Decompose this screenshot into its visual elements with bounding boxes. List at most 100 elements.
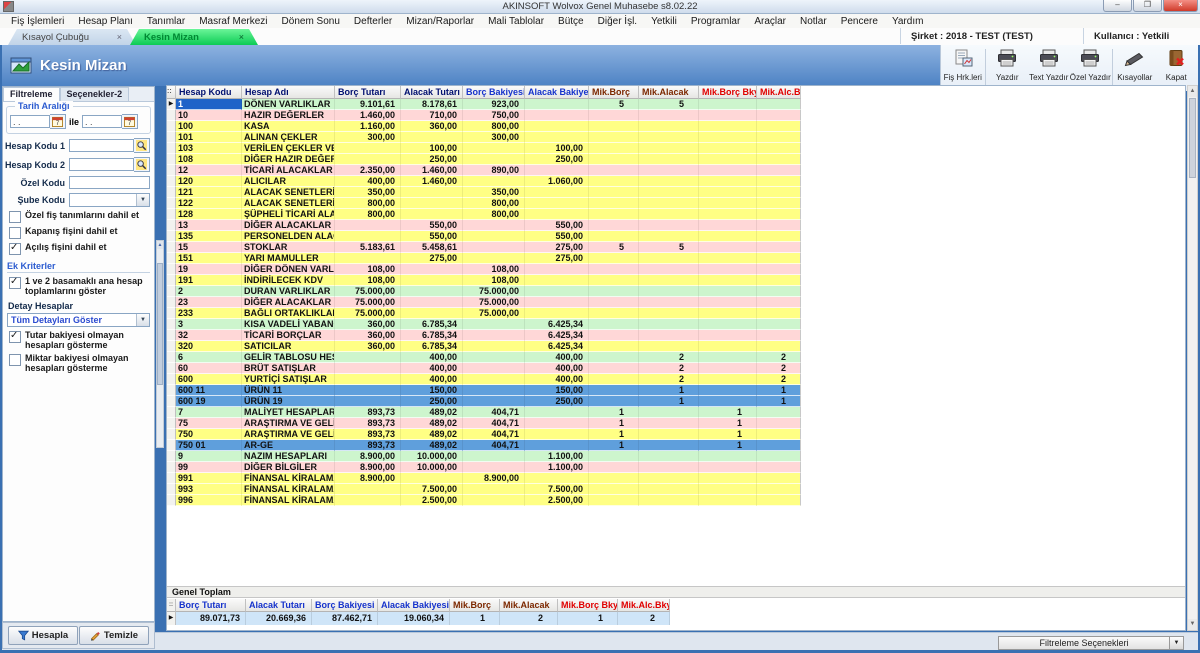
tab-filtreleme[interactable]: Filtreleme (3, 87, 60, 101)
mik-borc-bky[interactable] (699, 143, 757, 154)
mik-borc[interactable]: 5 (589, 99, 639, 110)
include-checkbox-row[interactable]: Kapanış fişini dahil et (9, 226, 152, 239)
totals-column-header-alacak-tutar-[interactable]: Alacak Tutarı (246, 599, 312, 612)
mik-borc-bky[interactable] (699, 374, 757, 385)
account-code[interactable]: 151 (176, 253, 242, 264)
account-name[interactable]: ÜRÜN 11 (242, 385, 335, 396)
mik-borc[interactable] (589, 462, 639, 473)
alacak-tutari[interactable]: 8.178,61 (401, 99, 463, 110)
alacak-bakiyesi[interactable] (525, 275, 589, 286)
mik-borc[interactable] (589, 154, 639, 165)
column-header-mik-bor-[interactable]: Mik.Borç (589, 86, 639, 99)
miktar-bakiyesi-checkbox-row[interactable]: Miktar bakiyesi olmayan hesapları göster… (9, 353, 152, 373)
mik-alc-bky[interactable] (757, 484, 801, 495)
borc-bakiyesi[interactable] (463, 451, 525, 462)
toolbar-button--zel-yazd-r[interactable]: Özel Yazdır (1070, 47, 1112, 89)
mik-alacak[interactable]: 2 (639, 363, 699, 374)
account-name[interactable]: DURAN VARLIKLAR (242, 286, 335, 297)
alacak-tutari[interactable]: 250,00 (401, 396, 463, 407)
mik-alacak[interactable] (639, 484, 699, 495)
hesap-kodu-1-input[interactable] (69, 139, 134, 152)
totals-column-header-mik-alacak[interactable]: Mik.Alacak (500, 599, 558, 612)
alacak-bakiyesi[interactable]: 6.425,34 (525, 341, 589, 352)
calendar-button[interactable]: 7 (50, 114, 66, 129)
account-code[interactable]: 9 (176, 451, 242, 462)
mik-alc-bky[interactable]: 2 (757, 363, 801, 374)
account-code[interactable]: 15 (176, 242, 242, 253)
totals-column-header-alacak-bakiyesi[interactable]: Alacak Bakiyesi (378, 599, 450, 612)
alacak-tutari[interactable]: 7.500,00 (401, 484, 463, 495)
menu-item-yetkili[interactable]: Yetkili (644, 16, 684, 27)
borc-tutari[interactable]: 2.350,00 (335, 165, 401, 176)
mik-alacak[interactable] (639, 154, 699, 165)
mik-alacak[interactable] (639, 418, 699, 429)
alacak-bakiyesi[interactable]: 400,00 (525, 374, 589, 385)
toolbar-button-k-sayollar[interactable]: Kısayollar (1114, 47, 1156, 89)
table-row[interactable]: 996FİNANSAL KİRALAMA ALAC2.500,002.500,0… (167, 495, 801, 506)
borc-tutari[interactable] (335, 396, 401, 407)
borc-bakiyesi[interactable] (463, 143, 525, 154)
borc-bakiyesi[interactable] (463, 352, 525, 363)
mik-alacak[interactable]: 1 (639, 396, 699, 407)
menu-item-defterler[interactable]: Defterler (347, 16, 399, 27)
tab-kisayol-cubugu[interactable]: Kısayol Çubuğu × (8, 29, 136, 45)
mik-borc[interactable] (589, 330, 639, 341)
mik-borc[interactable] (589, 286, 639, 297)
mik-alc-bky[interactable] (757, 462, 801, 473)
alacak-bakiyesi[interactable] (525, 264, 589, 275)
toolbar-button-yazd-r[interactable]: Yazdır (987, 47, 1029, 89)
alacak-tutari[interactable] (401, 264, 463, 275)
checkbox-unchecked[interactable] (9, 354, 21, 366)
menu-item-hesap-plan-[interactable]: Hesap Planı (71, 16, 139, 27)
column-header-mik-alacak[interactable]: Mik.Alacak (639, 86, 699, 99)
account-code[interactable]: 600 11 (176, 385, 242, 396)
alacak-bakiyesi[interactable]: 400,00 (525, 352, 589, 363)
alacak-tutari[interactable]: 1.460,00 (401, 165, 463, 176)
borc-bakiyesi[interactable] (463, 330, 525, 341)
account-code[interactable]: 23 (176, 297, 242, 308)
mik-borc-bky[interactable] (699, 231, 757, 242)
borc-bakiyesi[interactable]: 923,00 (463, 99, 525, 110)
mik-alc-bky[interactable] (757, 440, 801, 451)
borc-tutari[interactable] (335, 154, 401, 165)
mik-alacak[interactable] (639, 176, 699, 187)
menu-item-ara-lar[interactable]: Araçlar (747, 16, 793, 27)
mik-borc[interactable] (589, 231, 639, 242)
mik-borc-bky[interactable] (699, 330, 757, 341)
mik-alc-bky[interactable] (757, 176, 801, 187)
alacak-bakiyesi[interactable] (525, 110, 589, 121)
mik-borc[interactable] (589, 396, 639, 407)
account-code[interactable]: 135 (176, 231, 242, 242)
table-row[interactable]: 7MALİYET HESAPLARI ( 7 / A893,73489,0240… (167, 407, 801, 418)
mik-borc-bky[interactable] (699, 462, 757, 473)
borc-tutari[interactable] (335, 374, 401, 385)
account-name[interactable]: ÜRÜN 19 (242, 396, 335, 407)
account-code[interactable]: 101 (176, 132, 242, 143)
account-name[interactable]: ALACAK SENETLERİ (242, 187, 335, 198)
alacak-bakiyesi[interactable] (525, 121, 589, 132)
table-row[interactable]: 135PERSONELDEN ALACAKLAR550,00550,00 (167, 231, 801, 242)
minimize-button[interactable]: – (1103, 0, 1132, 12)
table-row[interactable]: 600 19ÜRÜN 19250,00250,0011 (167, 396, 801, 407)
mik-borc-bky[interactable] (699, 352, 757, 363)
table-row[interactable]: 12TİCARİ ALACAKLAR2.350,001.460,00890,00 (167, 165, 801, 176)
mik-alc-bky[interactable] (757, 264, 801, 275)
borc-tutari[interactable]: 1.460,00 (335, 110, 401, 121)
alacak-bakiyesi[interactable] (525, 187, 589, 198)
mik-alacak[interactable] (639, 429, 699, 440)
mik-borc-bky[interactable] (699, 275, 757, 286)
borc-tutari[interactable]: 893,73 (335, 418, 401, 429)
mik-alc-bky[interactable] (757, 220, 801, 231)
totals-column-header-bor-tutar-[interactable]: Borç Tutarı (176, 599, 246, 612)
mik-borc-bky[interactable] (699, 198, 757, 209)
alacak-bakiyesi[interactable]: 100,00 (525, 143, 589, 154)
borc-tutari[interactable]: 893,73 (335, 429, 401, 440)
account-name[interactable]: KASA (242, 121, 335, 132)
borc-bakiyesi[interactable] (463, 220, 525, 231)
mik-borc-bky[interactable] (699, 121, 757, 132)
account-code[interactable]: 750 (176, 429, 242, 440)
account-code[interactable]: 600 (176, 374, 242, 385)
ozel-kodu-input[interactable] (69, 176, 150, 189)
table-row[interactable]: 121ALACAK SENETLERİ350,00350,00 (167, 187, 801, 198)
alacak-bakiyesi[interactable]: 6.425,34 (525, 330, 589, 341)
